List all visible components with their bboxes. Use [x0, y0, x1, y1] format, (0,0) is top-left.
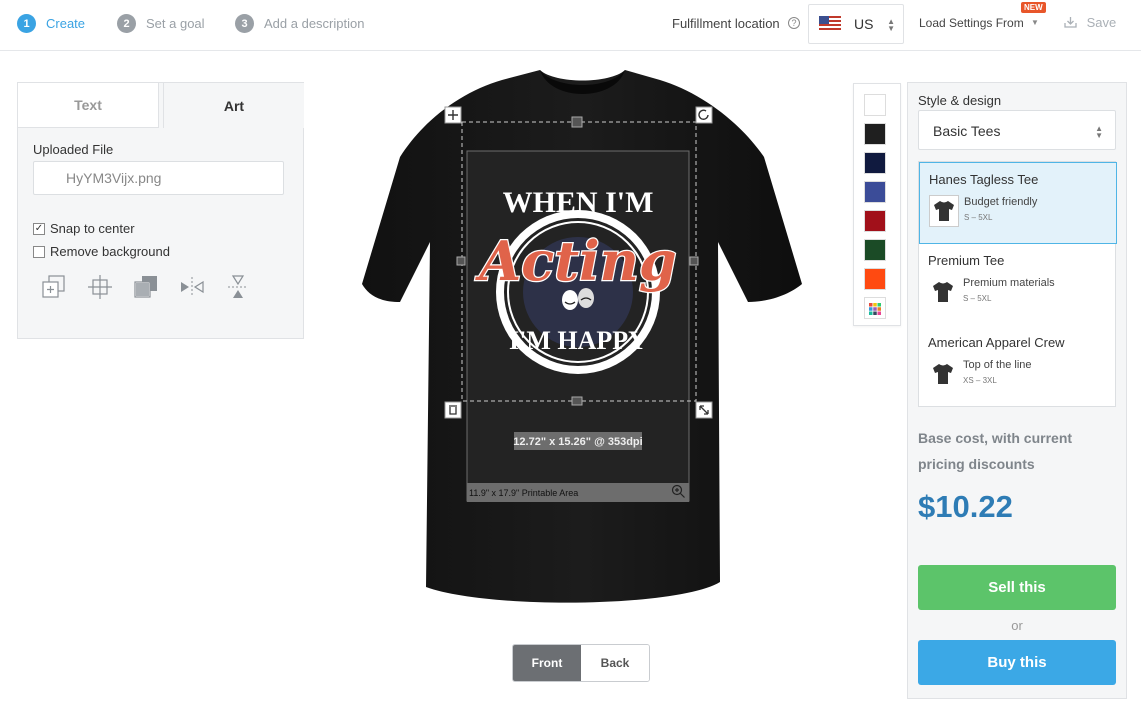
tshirt-mockup: 11.9" x 17.9" Printable Area WHEN I'M Ac… — [362, 70, 802, 603]
design-tools-panel: Text Art Uploaded File ✓ Snap to center … — [17, 82, 304, 339]
step-set-goal[interactable]: 2 Set a goal — [117, 14, 205, 33]
sell-this-button[interactable]: Sell this — [918, 565, 1116, 610]
product-name: Hanes Tagless Tee — [929, 172, 1039, 187]
us-flag-icon — [819, 16, 841, 31]
save-icon — [1064, 15, 1081, 30]
swatch-forest-green[interactable] — [864, 239, 886, 261]
help-icon[interactable]: ? — [788, 17, 800, 29]
product-sizes: XS – 3XL — [963, 376, 997, 385]
step-number: 2 — [117, 14, 136, 33]
scale-icon[interactable] — [695, 401, 713, 419]
uploaded-file-field[interactable] — [33, 161, 284, 195]
new-badge: NEW — [1021, 2, 1046, 13]
tshirt-thumbnail-icon — [929, 195, 959, 227]
product-description: Top of the line — [963, 359, 1032, 371]
select-arrows-icon: ▲ ▼ — [887, 17, 895, 33]
resize-handle-bottom — [571, 396, 583, 406]
bring-forward-icon[interactable] — [40, 273, 68, 301]
product-name: Premium Tee — [928, 253, 1005, 268]
checkbox-checked-icon: ✓ — [33, 222, 45, 235]
swatch-royal-blue[interactable] — [864, 181, 886, 203]
swatch-navy[interactable] — [864, 152, 886, 174]
move-icon[interactable] — [444, 106, 462, 124]
step-add-description[interactable]: 3 Add a description — [235, 14, 364, 33]
printable-area-label: 11.9" x 17.9" Printable Area — [469, 488, 578, 498]
step-label: Create — [46, 16, 86, 31]
delete-icon[interactable] — [444, 401, 462, 419]
back-view-button[interactable]: Back — [581, 645, 649, 681]
product-sizes: S – 5XL — [964, 213, 993, 222]
or-divider: or — [1011, 618, 1023, 633]
step-number: 1 — [17, 14, 36, 33]
artwork-text-main: Acting — [474, 229, 676, 293]
uploaded-file-label: Uploaded File — [33, 142, 114, 157]
save-button[interactable]: Save — [1064, 15, 1116, 30]
layer-stack-icon[interactable] — [132, 273, 160, 301]
remove-background-label: Remove background — [50, 244, 170, 259]
resize-handle-left — [456, 256, 466, 266]
step-number: 3 — [235, 14, 254, 33]
center-crosshair-icon[interactable] — [86, 273, 114, 301]
remove-background-checkbox[interactable]: Remove background — [33, 244, 170, 259]
product-description: Premium materials — [963, 277, 1055, 289]
swatch-red[interactable] — [864, 210, 886, 232]
product-description: Budget friendly — [964, 196, 1038, 208]
view-toggle: Front Back — [512, 644, 650, 682]
buy-this-button[interactable]: Buy this — [918, 640, 1116, 685]
artwork-text-top: WHEN I'M — [503, 186, 654, 219]
flip-vertical-icon[interactable] — [224, 273, 252, 301]
fulfillment-location-label: Fulfillment location — [672, 16, 780, 31]
product-hanes-tagless-tee[interactable]: Hanes Tagless Tee Budget friendly S – 5X… — [919, 162, 1117, 244]
save-label: Save — [1086, 15, 1117, 30]
color-swatches — [853, 83, 901, 326]
product-american-apparel-crew[interactable]: American Apparel Crew Top of the line XS… — [919, 326, 1117, 408]
swatch-black[interactable] — [864, 123, 886, 145]
tshirt-thumbnail-icon — [928, 358, 958, 390]
step-label: Set a goal — [146, 16, 205, 31]
resize-handle-top — [571, 116, 583, 128]
step-create[interactable]: 1 Create — [17, 14, 85, 33]
swatch-white[interactable] — [864, 94, 886, 116]
flip-horizontal-icon[interactable] — [178, 273, 206, 301]
artwork-text-bottom: I'M HAPPY — [509, 326, 647, 355]
tab-art[interactable]: Art — [163, 83, 304, 128]
design-canvas[interactable]: 11.9" x 17.9" Printable Area WHEN I'M Ac… — [360, 62, 806, 622]
style-panel: Style & design Basic Tees ▲ ▼ Hanes Tagle… — [907, 82, 1127, 699]
top-bar: 1 Create 2 Set a goal 3 Add a descriptio… — [0, 0, 1141, 51]
style-select[interactable]: Basic Tees ▲ ▼ — [918, 110, 1116, 150]
step-label: Add a description — [264, 16, 365, 31]
load-settings-dropdown[interactable]: Load Settings From — [919, 16, 1024, 30]
tab-text[interactable]: Text — [18, 83, 159, 128]
art-tools-toolbar — [40, 273, 252, 301]
base-cost-label: Base cost, with current pricing discount… — [918, 430, 1073, 472]
swatch-orange[interactable] — [864, 268, 886, 290]
snap-to-center-label: Snap to center — [50, 221, 135, 236]
product-list: Hanes Tagless Tee Budget friendly S – 5X… — [918, 161, 1117, 408]
product-name: American Apparel Crew — [928, 335, 1065, 350]
more-colors-icon[interactable] — [864, 297, 886, 319]
chevron-down-icon[interactable]: ▼ — [1031, 18, 1039, 27]
dimensions-label: 12.72" x 15.26" @ 353dpi — [513, 436, 642, 448]
country-select[interactable]: US ▲ ▼ — [808, 4, 904, 44]
checkbox-unchecked-icon — [33, 245, 45, 258]
style-design-label: Style & design — [918, 93, 1002, 108]
tshirt-thumbnail-icon — [928, 276, 958, 308]
product-premium-tee[interactable]: Premium Tee Premium materials S – 5XL — [919, 244, 1117, 326]
select-arrows-icon: ▲ ▼ — [1095, 124, 1103, 140]
country-code: US — [854, 16, 874, 32]
base-price: $10.22 — [918, 489, 1013, 524]
style-select-value: Basic Tees — [933, 123, 1001, 139]
rotate-icon[interactable] — [695, 106, 713, 124]
resize-handle-right — [689, 256, 699, 266]
snap-to-center-checkbox[interactable]: ✓ Snap to center — [33, 221, 135, 236]
front-view-button[interactable]: Front — [513, 645, 581, 681]
product-sizes: S – 5XL — [963, 294, 992, 303]
